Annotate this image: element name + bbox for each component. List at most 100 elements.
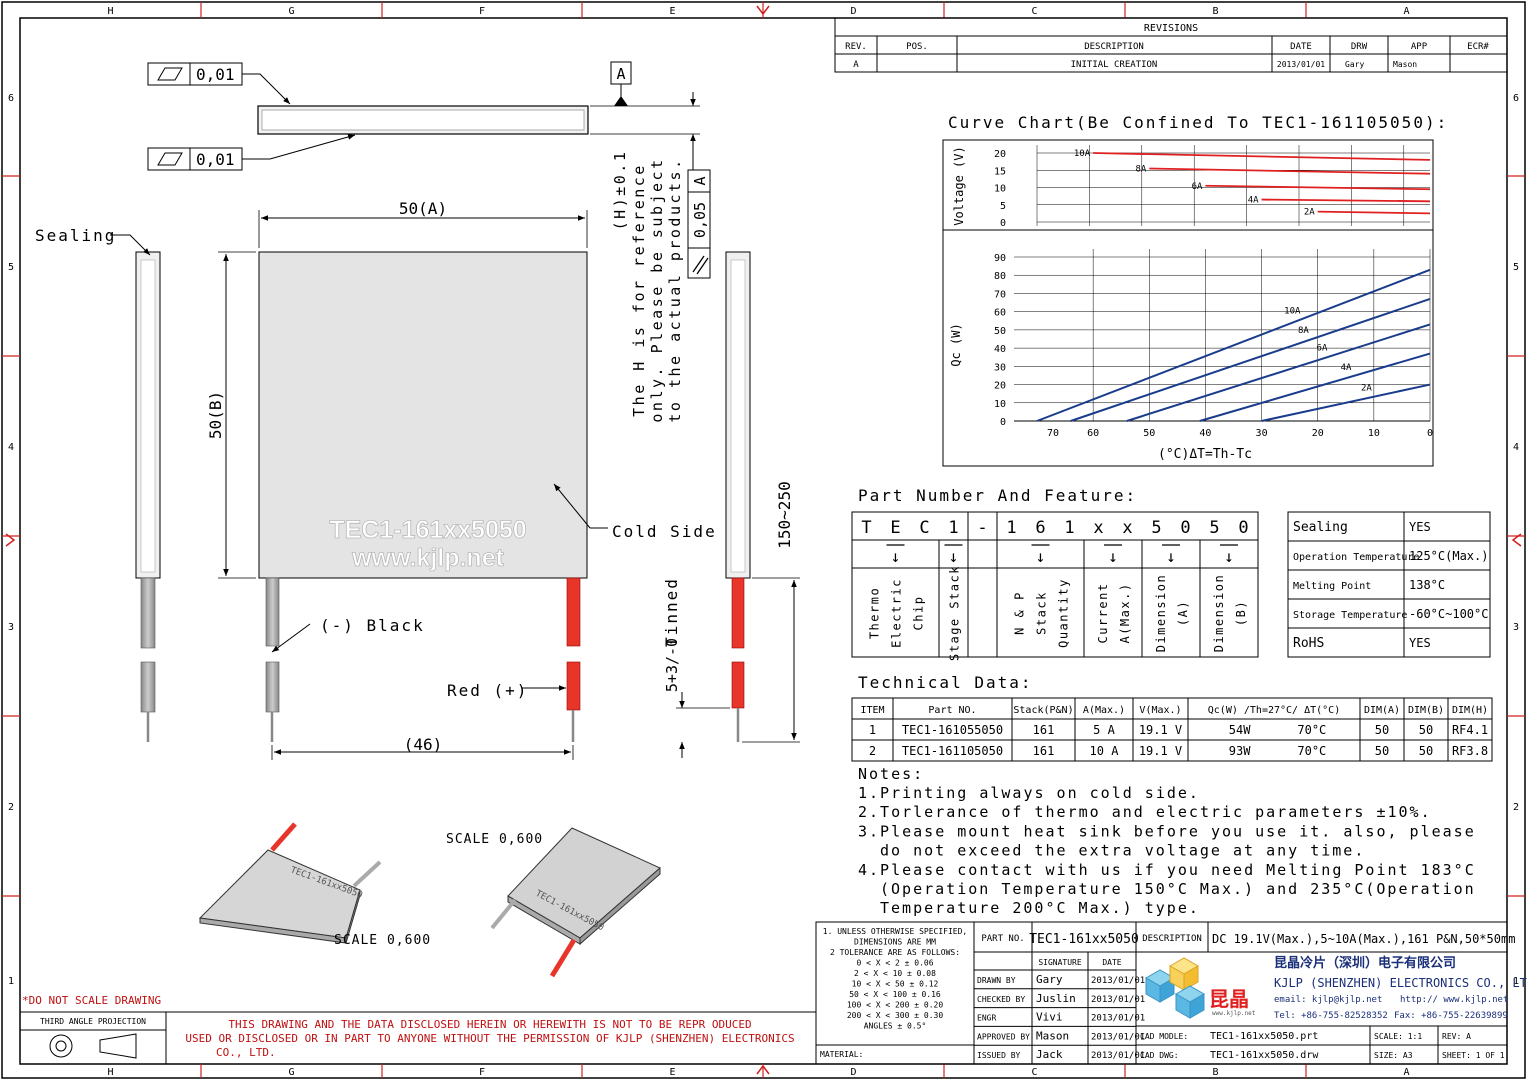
pn-arrow: ↓ xyxy=(1108,547,1118,566)
qc-series-label: 8A xyxy=(1298,326,1309,336)
feature-name: RoHS xyxy=(1293,636,1324,651)
rev-header-desc: DESCRIPTION xyxy=(1084,42,1144,52)
tolerance-line: ANGLES ± 0.5° xyxy=(864,1022,927,1031)
revisions-table: REVISIONS REV. POS. DESCRIPTION DATE DRW… xyxy=(834,17,1508,73)
qc-y-tick-label: 0 xyxy=(1000,417,1006,428)
signature-name: Juslin xyxy=(1036,992,1076,1005)
note-line: 3.Please mount heat sink before you use … xyxy=(858,822,1476,840)
voltage-series-2A xyxy=(1317,210,1431,215)
voltage-axis-label: Voltage (V) xyxy=(952,146,966,225)
projection-block: *DO NOT SCALE DRAWING THIRD ANGLE PROJEC… xyxy=(20,994,816,1064)
pn-char: - xyxy=(977,518,987,538)
dim-width: 50(A) xyxy=(399,199,447,218)
qc-y-tick-label: 50 xyxy=(994,326,1006,337)
voltage-series-label: 6A xyxy=(1192,182,1203,192)
material-label: MATERIAL: xyxy=(820,1050,863,1059)
zone-row-label: 6 xyxy=(1513,93,1519,104)
black-wire-label: (-) Black xyxy=(320,616,425,635)
disclaimer-line-1: THIS DRAWING AND THE DATA DISCLOSED HERE… xyxy=(228,1018,751,1031)
qc-y-tick-label: 10 xyxy=(994,399,1006,410)
note-line: Temperature 200°C Max.) type. xyxy=(880,899,1200,917)
qc-y-tick-label: 90 xyxy=(994,253,1006,264)
voltage-tick-label: 10 xyxy=(994,184,1006,195)
note-line: 2.Torlerance of thermo and electric para… xyxy=(858,803,1432,821)
zone-col-label: G xyxy=(288,1067,294,1078)
voltage-series-label: 4A xyxy=(1248,196,1259,206)
signature-date: 2013/01/01 xyxy=(1091,995,1145,1005)
tolerance-line: 1. UNLESS OTHERWISE SPECIFIED, xyxy=(823,927,968,936)
qc-series-label: 6A xyxy=(1317,343,1328,353)
h-note-line-4: to the actual products. xyxy=(666,157,684,422)
zone-col-label: G xyxy=(288,6,294,17)
qc-y-tick-label: 20 xyxy=(994,381,1006,392)
drawing-canvas: H H G G F F E E D D C C B B A A 6 6 5 5 4 4 3 3 2 2 1 1 REVISIONS R… xyxy=(1,1,1527,1079)
technical-table: ITEM Part NO. Stack(P&N) A(Max.) V(Max.) Qc(W… xyxy=(851,697,1493,762)
tech-cell: 2 xyxy=(869,744,876,758)
tech-header: A(Max.) xyxy=(1083,705,1125,716)
signature-name: Vivi xyxy=(1036,1011,1063,1024)
pn-group-label: Stage Stack xyxy=(948,565,962,661)
tech-cell: 10 A xyxy=(1090,744,1120,758)
revisions-title: REVISIONS xyxy=(1144,23,1198,34)
pn-group-label: Electric xyxy=(890,578,904,648)
rev-cell-rev: A xyxy=(853,60,859,70)
pn-arrow: ↓ xyxy=(1224,547,1234,566)
signature-block: SIGNATURE DATE DRAWN BY Gary 2013/01/01 CHECK… xyxy=(974,952,1145,1064)
tech-cell: 50 xyxy=(1419,744,1433,758)
chart-title: Curve Chart(Be Confined To TEC1-16110505… xyxy=(948,113,1448,132)
dim-leads: (46) xyxy=(404,735,443,754)
cad-model-label: CAD MODLE: xyxy=(1140,1032,1188,1041)
watermark-part: TEC1-161xx5050 xyxy=(329,516,526,544)
logo-url: www.kjlp.net xyxy=(1212,1010,1256,1017)
voltage-tick-label: 5 xyxy=(1000,201,1006,212)
feature-name: Melting Point xyxy=(1293,581,1371,592)
note-line: 4.Please contact with us if you need Mel… xyxy=(858,861,1476,879)
zone-col-label: H xyxy=(107,1067,113,1078)
voltage-series-label: 10A xyxy=(1074,149,1091,159)
tech-cell: 19.1 V xyxy=(1139,723,1182,737)
qc-series-label: 10A xyxy=(1284,307,1301,317)
tech-cell: 50 xyxy=(1419,723,1433,737)
tech-header: Stack(P&N) xyxy=(1013,705,1073,716)
zone-row-label: 4 xyxy=(1513,442,1519,453)
feature-table: Sealing YES Operation Temperature125°C(Max… xyxy=(1287,511,1491,658)
feature-value: 138°C xyxy=(1409,578,1445,592)
company-web: http:// www.kjlp.net xyxy=(1400,995,1508,1005)
tolerance-block: 1. UNLESS OTHERWISE SPECIFIED, DIMENSIONS… xyxy=(823,927,968,1031)
flatness-value-bottom: 0,01 xyxy=(196,150,235,169)
red-wire-label: Red (+) xyxy=(447,681,528,700)
feature-name: Storage Temperature xyxy=(1293,610,1407,621)
note-line: (Operation Temperature 150°C Max.) and 2… xyxy=(880,880,1476,898)
left-side-view: Sealing xyxy=(35,226,161,742)
sealing-label: Sealing xyxy=(35,226,116,245)
pn-group-label: A(Max.) xyxy=(1118,582,1132,643)
pn-char: 0 xyxy=(1180,518,1190,538)
qc-series-label: 2A xyxy=(1361,384,1372,394)
dim-height: 50(B) xyxy=(206,391,225,439)
signature-role: ENGR xyxy=(977,1014,996,1023)
company-logo: 昆晶 www.kjlp.net xyxy=(1144,957,1256,1019)
zone-row-label: 6 xyxy=(8,93,14,104)
zone-col-label: A xyxy=(1403,6,1409,17)
pn-arrow: ↓ xyxy=(1166,547,1176,566)
pn-group-label: Chip xyxy=(912,596,926,631)
isometric-view-2: TEC1-161xx5050 SCALE 0,600 xyxy=(446,827,661,978)
company-email: email: kjlp@kjlp.net xyxy=(1274,995,1382,1005)
voltage-series-4A xyxy=(1261,198,1431,203)
part-no-value: TEC1-161xx5050 xyxy=(1029,932,1139,947)
tech-cell: 93W xyxy=(1229,744,1251,758)
tolerance-line: 100 < X < 200 ± 0.20 xyxy=(847,1001,944,1010)
zone-col-label: C xyxy=(1031,6,1037,17)
cad-model-value: TEC1-161xx5050.prt xyxy=(1210,1031,1318,1042)
h-note-line-2: The H is for reference xyxy=(630,163,648,417)
qc-axis-label: Qc (W) xyxy=(949,323,963,366)
tech-cell: 50 xyxy=(1375,723,1389,737)
flatness-value-top: 0,01 xyxy=(196,65,235,84)
zone-col-label: C xyxy=(1031,1067,1037,1078)
voltage-tick-label: 15 xyxy=(994,166,1006,177)
pn-group-label: (B) xyxy=(1234,600,1248,626)
signature-header: SIGNATURE xyxy=(1038,958,1082,967)
tolerance-line: 2 < X < 10 ± 0.08 xyxy=(854,969,936,978)
datum-label: A xyxy=(616,65,625,83)
cad-dwg-label: CAD DWG: xyxy=(1140,1051,1179,1060)
